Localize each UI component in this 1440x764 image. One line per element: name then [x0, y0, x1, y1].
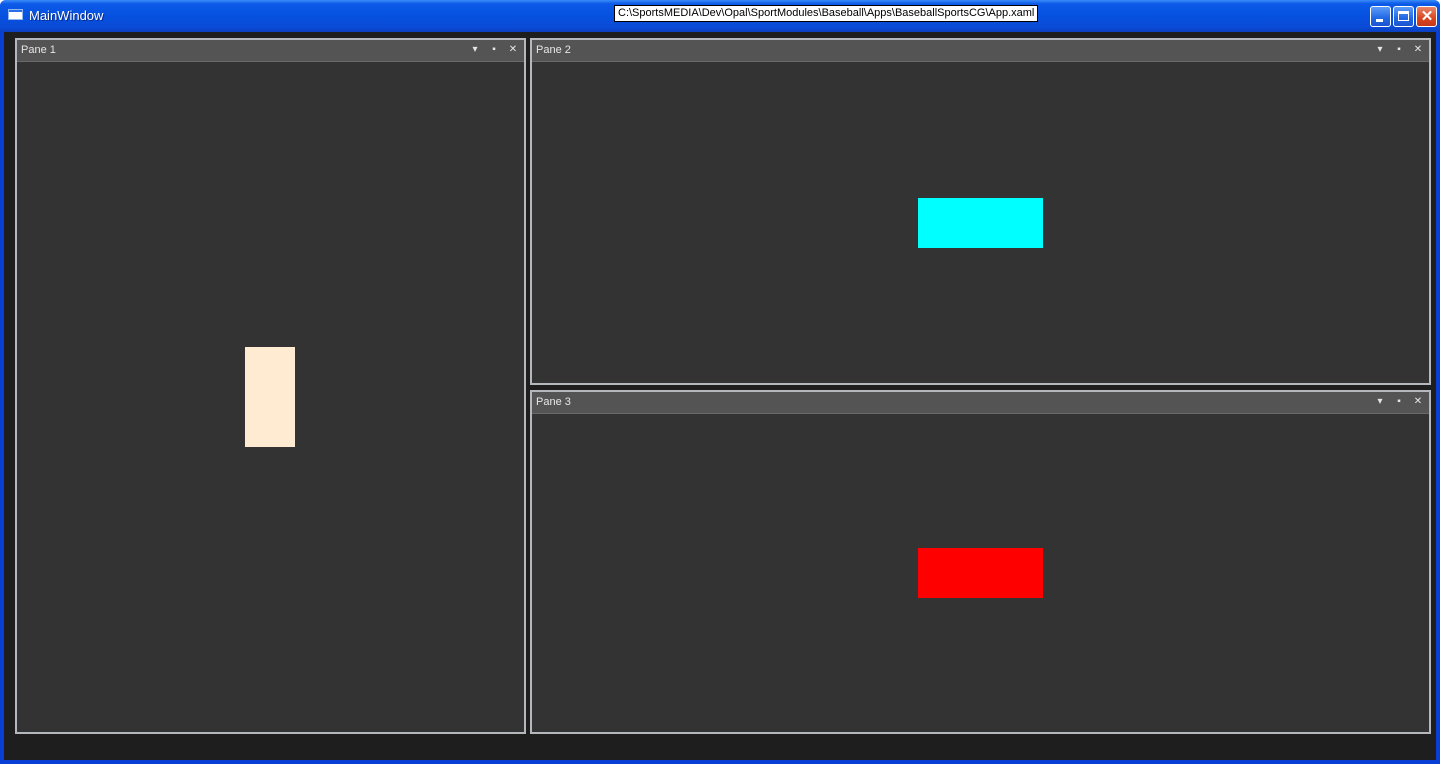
pane-1-title: Pane 1: [21, 44, 56, 56]
pane-2: Pane 2 ▾ ▪ ✕: [530, 38, 1431, 385]
maximize-icon: [1398, 11, 1409, 21]
main-window: MainWindow C:\SportsMEDIA\Dev\Opal\Sport…: [0, 0, 1440, 764]
pane-3-title: Pane 3: [536, 396, 571, 408]
app-window-icon[interactable]: [8, 9, 23, 20]
pane-2-title: Pane 2: [536, 44, 571, 56]
pane-1-rectangle: [245, 347, 295, 447]
pane-1-header[interactable]: Pane 1 ▾ ▪ ✕: [17, 40, 524, 62]
maximize-button[interactable]: [1393, 6, 1414, 27]
pane-1-close-icon[interactable]: ✕: [506, 43, 520, 57]
pane-1-dropdown-icon[interactable]: ▾: [468, 43, 482, 57]
pane-3: Pane 3 ▾ ▪ ✕: [530, 390, 1431, 734]
title-bar[interactable]: MainWindow C:\SportsMEDIA\Dev\Opal\Sport…: [0, 0, 1440, 32]
pane-2-dropdown-icon[interactable]: ▾: [1373, 43, 1387, 57]
pane-3-dropdown-icon[interactable]: ▾: [1373, 395, 1387, 409]
window-title: MainWindow: [29, 8, 104, 23]
pane-3-close-icon[interactable]: ✕: [1411, 395, 1425, 409]
close-button[interactable]: ✕: [1416, 6, 1437, 27]
pane-1-pin-icon[interactable]: ▪: [487, 43, 501, 57]
pane-3-header[interactable]: Pane 3 ▾ ▪ ✕: [532, 392, 1429, 414]
pane-2-close-icon[interactable]: ✕: [1411, 43, 1425, 57]
close-icon: ✕: [1420, 8, 1434, 25]
pane-3-pin-icon[interactable]: ▪: [1392, 395, 1406, 409]
pane-1: Pane 1 ▾ ▪ ✕: [15, 38, 526, 734]
client-area: Pane 1 ▾ ▪ ✕ Pane 2 ▾ ▪ ✕ Pane 3 ▾ ▪ ✕: [4, 32, 1436, 760]
pane-2-rectangle: [918, 198, 1043, 248]
pane-2-header[interactable]: Pane 2 ▾ ▪ ✕: [532, 40, 1429, 62]
pane-2-pin-icon[interactable]: ▪: [1392, 43, 1406, 57]
path-tooltip: C:\SportsMEDIA\Dev\Opal\SportModules\Bas…: [614, 5, 1039, 22]
minimize-button[interactable]: [1370, 6, 1391, 27]
minimize-icon: [1376, 19, 1383, 22]
pane-3-rectangle: [918, 548, 1043, 598]
